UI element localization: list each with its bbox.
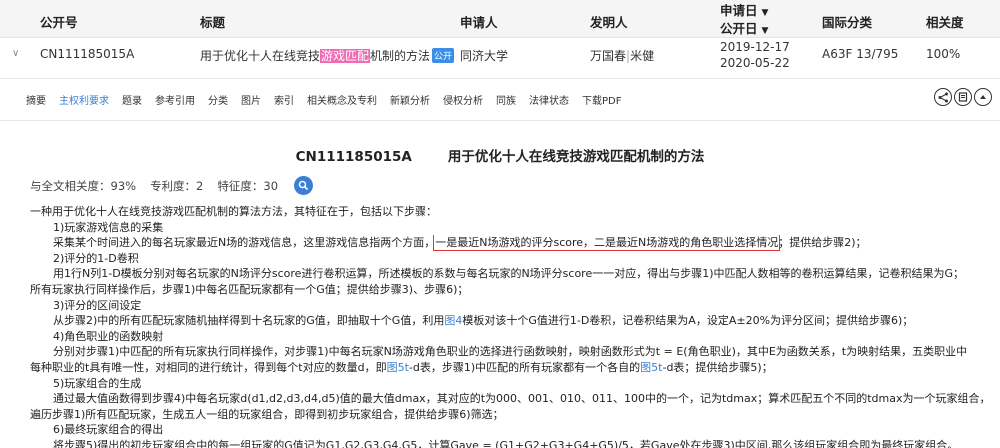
- tab-11[interactable]: 法律状态: [529, 92, 569, 110]
- col-inventor[interactable]: 发明人: [590, 12, 628, 31]
- result-pub-no[interactable]: CN111185015A: [40, 47, 134, 61]
- claim-line: 一种用于优化十人在线竞技游戏匹配机制的算法方法，其特征在于，包括以下步骤：: [30, 205, 437, 218]
- result-app-date: 2019-12-17: [720, 40, 790, 54]
- result-title[interactable]: 用于优化十人在线竞技游戏匹配机制的方法 公开: [200, 47, 455, 64]
- claim-text: 从步骤2)中的所有匹配玩家随机抽样得到十名玩家的G值，即抽取十个G值，利用: [53, 314, 445, 328]
- search-icon[interactable]: [294, 176, 314, 195]
- status-badge: 公开: [432, 48, 455, 63]
- claim-line: 通过最大值函数得到步骤4)中每名玩家d(d1,d2,d3,d4,d5)值的最大值…: [53, 392, 991, 406]
- claim-line: 每种职业的t具有唯一性，对相同的进行统计，得到每个t对应的数量d，即图5t-d表…: [30, 360, 998, 376]
- result-inventors: 万国春|米健: [590, 47, 654, 64]
- claim-text: -d表，步骤1)中匹配的所有玩家都有一个各自的: [408, 360, 641, 374]
- claim-line: 遍历步骤1)所有匹配玩家，生成五人一组的玩家组合，即得到初步玩家组合，提供给步骤…: [30, 407, 504, 421]
- collapse-up-icon[interactable]: [974, 88, 992, 106]
- result-ipc[interactable]: A63F 13/795: [822, 47, 898, 61]
- title-part: 机制的方法: [370, 49, 431, 63]
- fulltext-relevance: 与全文相关度：93%: [30, 178, 137, 193]
- title-highlight: 游戏匹配: [320, 49, 371, 63]
- tab-8[interactable]: 新颖分析: [390, 92, 430, 110]
- sort-down-icon[interactable]: ▼: [762, 26, 769, 36]
- claim-step-heading: 2)评分的1-D卷积: [53, 251, 139, 265]
- claim-step-heading: 4)角色职业的函数映射: [53, 329, 164, 343]
- claim-step-heading: 5)玩家组合的生成: [53, 376, 142, 390]
- claim-line: 分别对步骤1)中匹配的所有玩家执行同样操作，对步骤1)中每名玩家N场游戏角色职业…: [53, 345, 968, 359]
- col-dates[interactable]: 申请日 ▼ 公开日 ▼: [720, 3, 768, 39]
- doc-title: CN111185015A 用于优化十人在线竞技游戏匹配机制的方法: [0, 145, 1000, 165]
- results-header: 公开号 标题 申请人 发明人 申请日 ▼ 公开日 ▼ 国际分类 相关度: [0, 0, 1000, 38]
- tab-3[interactable]: 参考引用: [155, 92, 195, 110]
- claim-step-heading: 1)玩家游戏信息的采集: [53, 220, 164, 234]
- figure-link[interactable]: 图5t: [387, 361, 409, 374]
- inventor-link[interactable]: 米健: [630, 49, 654, 63]
- result-relevance: 100%: [926, 47, 961, 61]
- claim-text: 采集某个时间进入的每名玩家最近N场的游戏信息，这里游戏信息指两个方面，: [53, 236, 436, 250]
- claims-text: 一种用于优化十人在线竞技游戏匹配机制的算法方法，其特征在于，包括以下步骤： 1)…: [30, 204, 998, 448]
- claim-relevance: 专利度：2: [150, 178, 204, 193]
- doc-title-text: 用于优化十人在线竞技游戏匹配机制的方法: [447, 149, 705, 165]
- claim-text: ；提供给步骤2)；: [778, 236, 867, 250]
- result-dates: 2019-12-17 2020-05-22: [720, 39, 790, 71]
- chevron-down-icon[interactable]: ∨: [12, 48, 19, 59]
- col-pub-no[interactable]: 公开号: [40, 12, 78, 31]
- col-pub-date[interactable]: 公开日: [720, 21, 758, 36]
- result-applicant[interactable]: 同济大学: [460, 47, 508, 64]
- relevance-metrics: 与全文相关度：93% 专利度：2 特征度：30: [30, 176, 314, 195]
- figure-link[interactable]: 图5t: [640, 361, 662, 374]
- claim-step-heading: 6)最终玩家组合的得出: [53, 423, 164, 437]
- tab-0[interactable]: 摘要: [26, 92, 46, 110]
- inventor-link[interactable]: 万国春: [590, 49, 626, 63]
- tab-5[interactable]: 图片: [241, 92, 261, 110]
- col-app-date[interactable]: 申请日: [720, 3, 758, 18]
- tab-2[interactable]: 题录: [122, 92, 142, 110]
- claim-text: 模板对该十个G值进行1-D卷积，记卷积结果为A，设定A±20%为评分区间；提供给…: [462, 314, 914, 328]
- figure-link[interactable]: 图4: [444, 314, 462, 327]
- divider: [0, 78, 1000, 79]
- tab-12[interactable]: 下载PDF: [582, 92, 621, 110]
- col-ipc[interactable]: 国际分类: [822, 12, 872, 31]
- tab-1[interactable]: 主权利要求: [59, 92, 109, 110]
- claim-line: 从步骤2)中的所有匹配玩家随机抽样得到十名玩家的G值，即抽取十个G值，利用图4模…: [30, 313, 998, 329]
- feature-relevance: 特征度：30: [217, 178, 279, 193]
- tab-7[interactable]: 相关概念及专利: [307, 92, 377, 110]
- document-icon[interactable]: [954, 88, 972, 106]
- col-title[interactable]: 标题: [200, 12, 225, 31]
- claim-step-heading: 3)评分的区间设定: [53, 298, 142, 312]
- share-icon[interactable]: [934, 88, 952, 106]
- detail-tabs: 摘要 主权利要求 题录 参考引用 分类 图片 索引 相关概念及专利 新颖分析 侵权分析 同族 法律状态…: [26, 92, 634, 110]
- tab-9[interactable]: 侵权分析: [443, 92, 483, 110]
- claim-line: 用1行N列1-D模板分别对每名玩家的N场评分score进行卷积运算，所述模板的系…: [53, 267, 965, 281]
- title-part: 用于优化十人在线竞技: [200, 49, 321, 63]
- result-row[interactable]: ∨ CN111185015A 用于优化十人在线竞技游戏匹配机制的方法 公开 同济大…: [0, 38, 1000, 75]
- tab-10[interactable]: 同族: [496, 92, 516, 110]
- highlighted-claim-text: 一是最近N场游戏的评分score，二是最近N场游戏的角色职业选择情况: [433, 235, 781, 251]
- sort-down-icon[interactable]: ▼: [762, 8, 769, 18]
- claim-text: 每种职业的t具有唯一性，对相同的进行统计，得到每个t对应的数量d，即: [30, 360, 387, 374]
- col-applicant[interactable]: 申请人: [460, 12, 498, 31]
- col-relevance[interactable]: 相关度: [926, 12, 964, 31]
- claim-line: 将步骤5)得出的初步玩家组合中的每一组玩家的G值记为G1,G2,G3,G4,G5…: [53, 438, 959, 448]
- tab-6[interactable]: 索引: [274, 92, 294, 110]
- tab-4[interactable]: 分类: [208, 92, 228, 110]
- divider: [0, 120, 1000, 121]
- claim-text: -d表；提供给步骤5)；: [662, 360, 773, 374]
- result-pub-date: 2020-05-22: [720, 56, 790, 70]
- claim-line: 采集某个时间进入的每名玩家最近N场的游戏信息，这里游戏信息指两个方面，一是最近N…: [30, 235, 998, 251]
- doc-pub-no: CN111185015A: [295, 149, 412, 165]
- toolbar-icons: [932, 88, 992, 106]
- claim-line: 所有玩家执行同样操作后，步骤1)中每名匹配玩家都有一个G值；提供给步骤3)、步骤…: [30, 282, 469, 296]
